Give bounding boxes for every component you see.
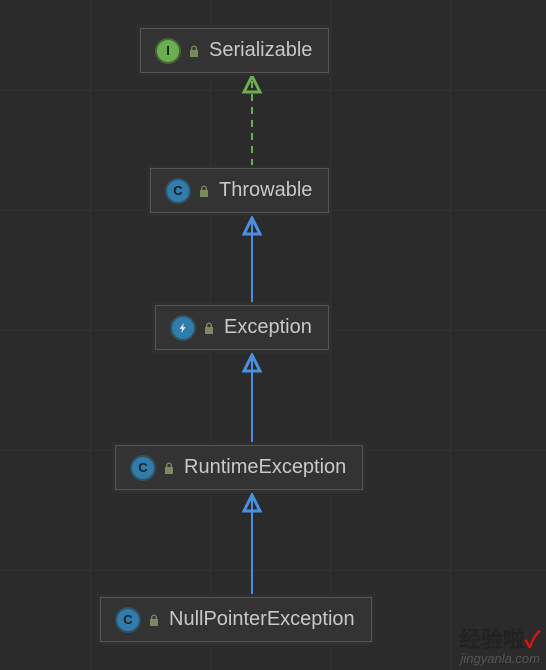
class-icon: C [132,457,154,479]
node-label: RuntimeException [184,456,346,479]
lock-icon [187,44,201,58]
class-icon: C [167,180,189,202]
watermark-line2: jingyanla.com [459,652,540,666]
watermark-text: 经验啦 [459,627,525,652]
lock-icon [147,613,161,627]
lock-icon [202,321,216,335]
node-label: Serializable [209,39,312,62]
class-icon: C [117,609,139,631]
class-diagram: I Serializable C Throwable Exception C R… [0,0,546,670]
check-icon: ✓ [525,627,540,652]
lock-icon [197,184,211,198]
watermark: 经验啦✓ jingyanla.com [459,628,540,666]
interface-icon: I [157,40,179,62]
exception-class-icon [172,317,194,339]
node-throwable[interactable]: C Throwable [150,168,329,213]
node-label: Throwable [219,179,312,202]
watermark-line1: 经验啦✓ [459,628,540,652]
node-runtime-exception[interactable]: C RuntimeException [115,445,363,490]
node-serializable[interactable]: I Serializable [140,28,329,73]
node-null-pointer-exception[interactable]: C NullPointerException [100,597,372,642]
lock-icon [162,461,176,475]
node-exception[interactable]: Exception [155,305,329,350]
node-label: NullPointerException [169,608,355,631]
node-label: Exception [224,316,312,339]
